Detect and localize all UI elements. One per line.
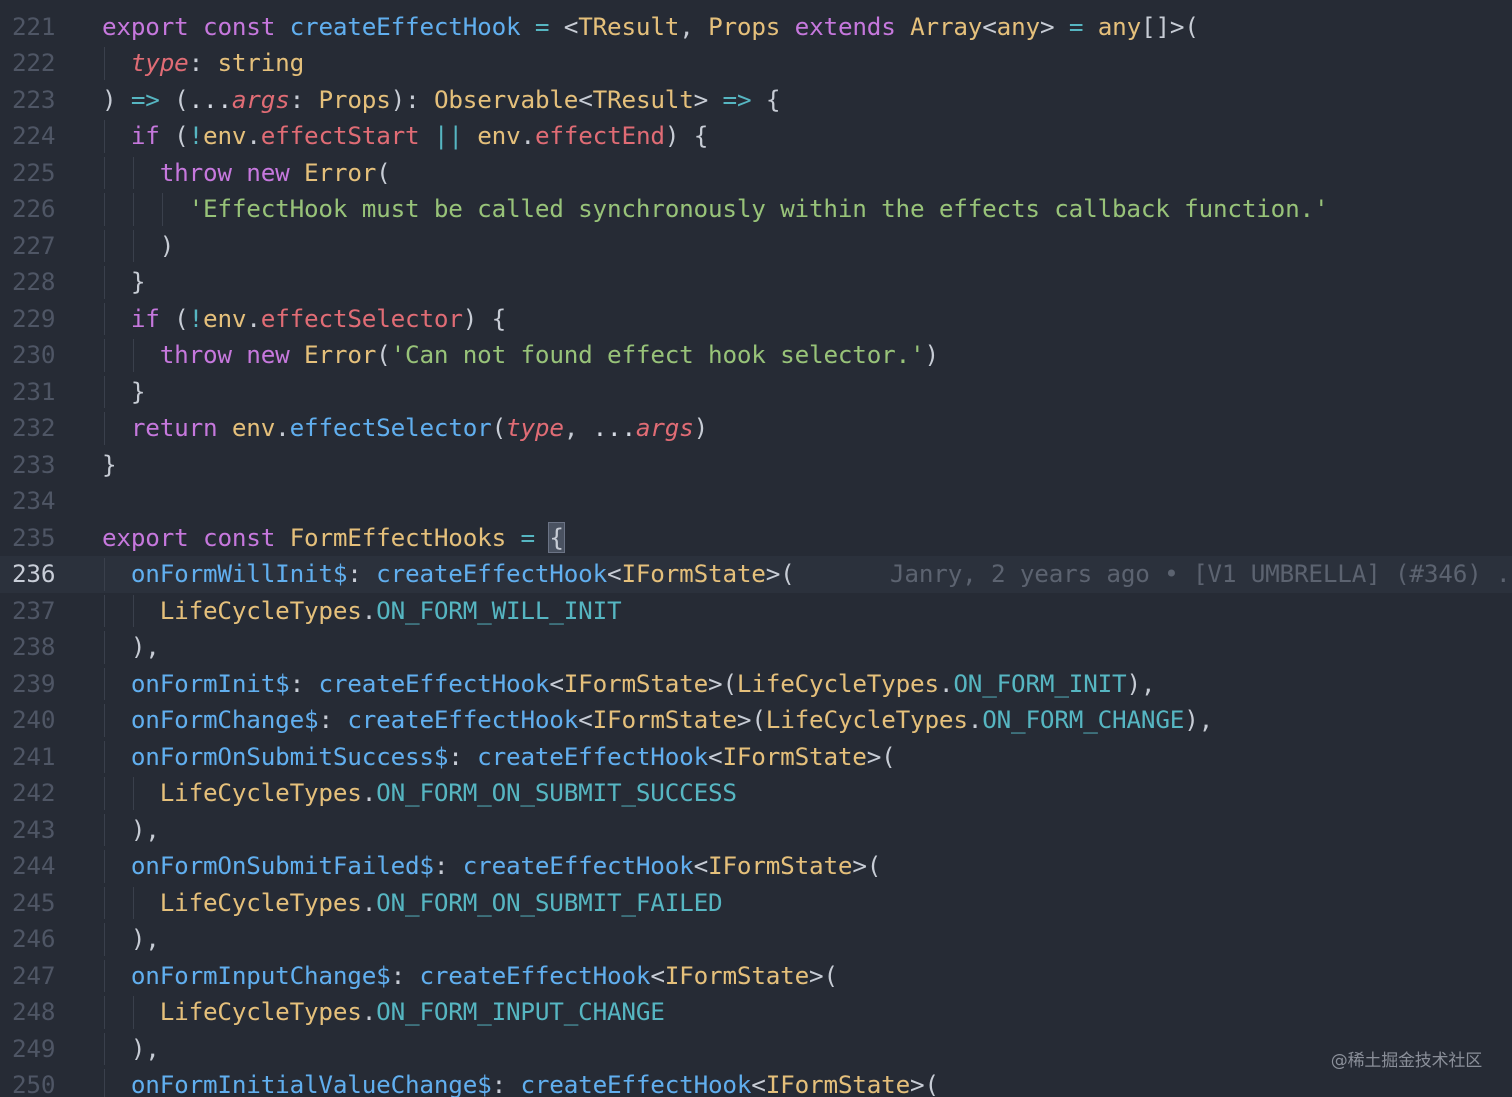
line-number: 229	[12, 303, 56, 333]
code-line[interactable]: 231 }	[0, 374, 1512, 411]
code-text[interactable]: ) => (...args: Props): Observable<TResul…	[102, 82, 780, 119]
code-line[interactable]: 240 onFormChange$: createEffectHook<IFor…	[0, 702, 1512, 739]
code-text[interactable]: if (!env.effectSelector) {	[102, 301, 506, 338]
code-line[interactable]: 237 LifeCycleTypes.ON_FORM_WILL_INIT	[0, 593, 1512, 630]
code-text[interactable]: ),	[102, 1031, 160, 1068]
code-text[interactable]: }	[102, 374, 146, 411]
code-text[interactable]: onFormWillInit$: createEffectHook<IFormS…	[102, 556, 795, 593]
code-line[interactable]: 230 throw new Error('Can not found effec…	[0, 337, 1512, 374]
code-editor[interactable]: 220 221 export const createEffectHook = <T…	[0, 0, 1512, 1097]
code-text[interactable]: type: string	[102, 45, 304, 82]
line-number: 228	[12, 267, 56, 296]
code-text[interactable]: throw new Error('Can not found effect ho…	[102, 337, 939, 374]
code-text[interactable]: if (!env.effectStart || env.effectEnd) {	[102, 118, 708, 155]
code-line[interactable]: 229 if (!env.effectSelector) {	[0, 301, 1512, 338]
line-number: 237	[12, 595, 56, 625]
line-number: 234	[12, 486, 56, 515]
code-line[interactable]: 226 'EffectHook must be called synchrono…	[0, 191, 1512, 228]
code-text[interactable]: 'EffectHook must be called synchronously…	[102, 191, 1329, 228]
line-number: 248	[12, 997, 56, 1026]
code-line[interactable]: 241 onFormOnSubmitSuccess$: createEffect…	[0, 739, 1512, 776]
line-number: 232	[12, 413, 56, 442]
code-text[interactable]: }	[102, 447, 117, 484]
code-line[interactable]: 244 onFormOnSubmitFailed$: createEffectH…	[0, 848, 1512, 885]
code-text[interactable]: return env.effectSelector(type, ...args)	[102, 410, 708, 447]
line-number: 243	[12, 814, 56, 844]
code-text[interactable]: throw new Error(	[102, 155, 391, 192]
code-line[interactable]: 225 throw new Error(	[0, 155, 1512, 192]
code-line[interactable]: 243 ),	[0, 812, 1512, 849]
line-number: 244	[12, 851, 56, 880]
code-line[interactable]: 232 return env.effectSelector(type, ...a…	[0, 410, 1512, 447]
code-text[interactable]: LifeCycleTypes.ON_FORM_ON_SUBMIT_SUCCESS	[102, 775, 737, 812]
line-number: 221	[12, 11, 56, 41]
watermark: @稀土掘金技术社区	[1330, 1051, 1482, 1071]
line-number: 250	[12, 1070, 56, 1097]
line-number: 223	[12, 84, 56, 114]
line-number: 245	[12, 887, 56, 917]
code-line[interactable]: 248 LifeCycleTypes.ON_FORM_INPUT_CHANGE	[0, 994, 1512, 1031]
code-line[interactable]: 236 onFormWillInit$: createEffectHook<IF…	[0, 556, 1512, 593]
code-lines[interactable]: 220 221 export const createEffectHook = <T…	[0, 0, 1512, 1097]
line-number: 222	[12, 48, 56, 77]
code-line[interactable]: 250 onFormInitialValueChange$: createEff…	[0, 1067, 1512, 1097]
code-text[interactable]: export const createEffectHook = <TResult…	[102, 9, 1199, 46]
line-number: 225	[12, 157, 56, 187]
code-line[interactable]: 246 ),	[0, 921, 1512, 958]
line-number: 236	[12, 559, 56, 588]
code-text[interactable]: ),	[102, 921, 160, 958]
code-line[interactable]: 233}	[0, 447, 1512, 484]
code-line[interactable]: 245 LifeCycleTypes.ON_FORM_ON_SUBMIT_FAI…	[0, 885, 1512, 922]
line-number: 235	[12, 522, 56, 552]
code-text[interactable]: ),	[102, 812, 160, 849]
code-text[interactable]: onFormInputChange$: createEffectHook<IFo…	[102, 958, 838, 995]
line-number: 227	[12, 230, 56, 260]
line-number: 233	[12, 449, 56, 479]
code-line[interactable]: 223 ) => (...args: Props): Observable<TRe…	[0, 82, 1512, 119]
code-line[interactable]: 242 LifeCycleTypes.ON_FORM_ON_SUBMIT_SUC…	[0, 775, 1512, 812]
code-text[interactable]: LifeCycleTypes.ON_FORM_INPUT_CHANGE	[102, 994, 665, 1031]
line-number: 230	[12, 340, 56, 369]
code-line[interactable]: 221 export const createEffectHook = <TRes…	[0, 9, 1512, 46]
code-text[interactable]: export const FormEffectHooks = {	[102, 520, 565, 557]
code-text[interactable]: onFormInit$: createEffectHook<IFormState…	[102, 666, 1156, 703]
code-text[interactable]: onFormOnSubmitFailed$: createEffectHook<…	[102, 848, 882, 885]
code-line[interactable]: 222 type: string	[0, 45, 1512, 82]
code-line[interactable]: 220	[0, 0, 1512, 9]
line-number: 241	[12, 741, 56, 771]
code-text[interactable]: onFormInitialValueChange$: createEffectH…	[102, 1067, 939, 1097]
line-number: 246	[12, 924, 56, 953]
code-line[interactable]: 227 )	[0, 228, 1512, 265]
code-line[interactable]: 228 }	[0, 264, 1512, 301]
code-text[interactable]: LifeCycleTypes.ON_FORM_WILL_INIT	[102, 593, 622, 630]
code-text[interactable]: LifeCycleTypes.ON_FORM_ON_SUBMIT_FAILED	[102, 885, 723, 922]
line-number: 249	[12, 1033, 56, 1063]
code-text[interactable]: onFormOnSubmitSuccess$: createEffectHook…	[102, 739, 896, 776]
line-number: 240	[12, 705, 56, 734]
line-number: 242	[12, 778, 56, 807]
line-number: 224	[12, 121, 56, 150]
code-line[interactable]: 235 export const FormEffectHooks = {	[0, 520, 1512, 557]
line-number: 247	[12, 960, 56, 990]
code-line[interactable]: 239 onFormInit$: createEffectHook<IFormS…	[0, 666, 1512, 703]
code-line[interactable]: 234	[0, 483, 1512, 520]
line-number: 231	[12, 376, 56, 406]
code-line[interactable]: 249 ),	[0, 1031, 1512, 1068]
code-text[interactable]: onFormChange$: createEffectHook<IFormSta…	[102, 702, 1213, 739]
code-text[interactable]: }	[102, 264, 146, 301]
code-text[interactable]: ),	[102, 629, 160, 666]
line-number: 220	[12, 0, 72, 9]
line-number: 226	[12, 194, 56, 223]
code-line[interactable]: 224 if (!env.effectStart || env.effectEn…	[0, 118, 1512, 155]
code-line[interactable]: 247 onFormInputChange$: createEffectHook…	[0, 958, 1512, 995]
code-text[interactable]: )	[102, 228, 175, 265]
git-blame-annotation: Janry, 2 years ago • [V1 UMBRELLA] (#346…	[890, 559, 1511, 588]
line-number: 238	[12, 632, 56, 661]
line-number: 239	[12, 668, 56, 698]
code-line[interactable]: 238 ),	[0, 629, 1512, 666]
